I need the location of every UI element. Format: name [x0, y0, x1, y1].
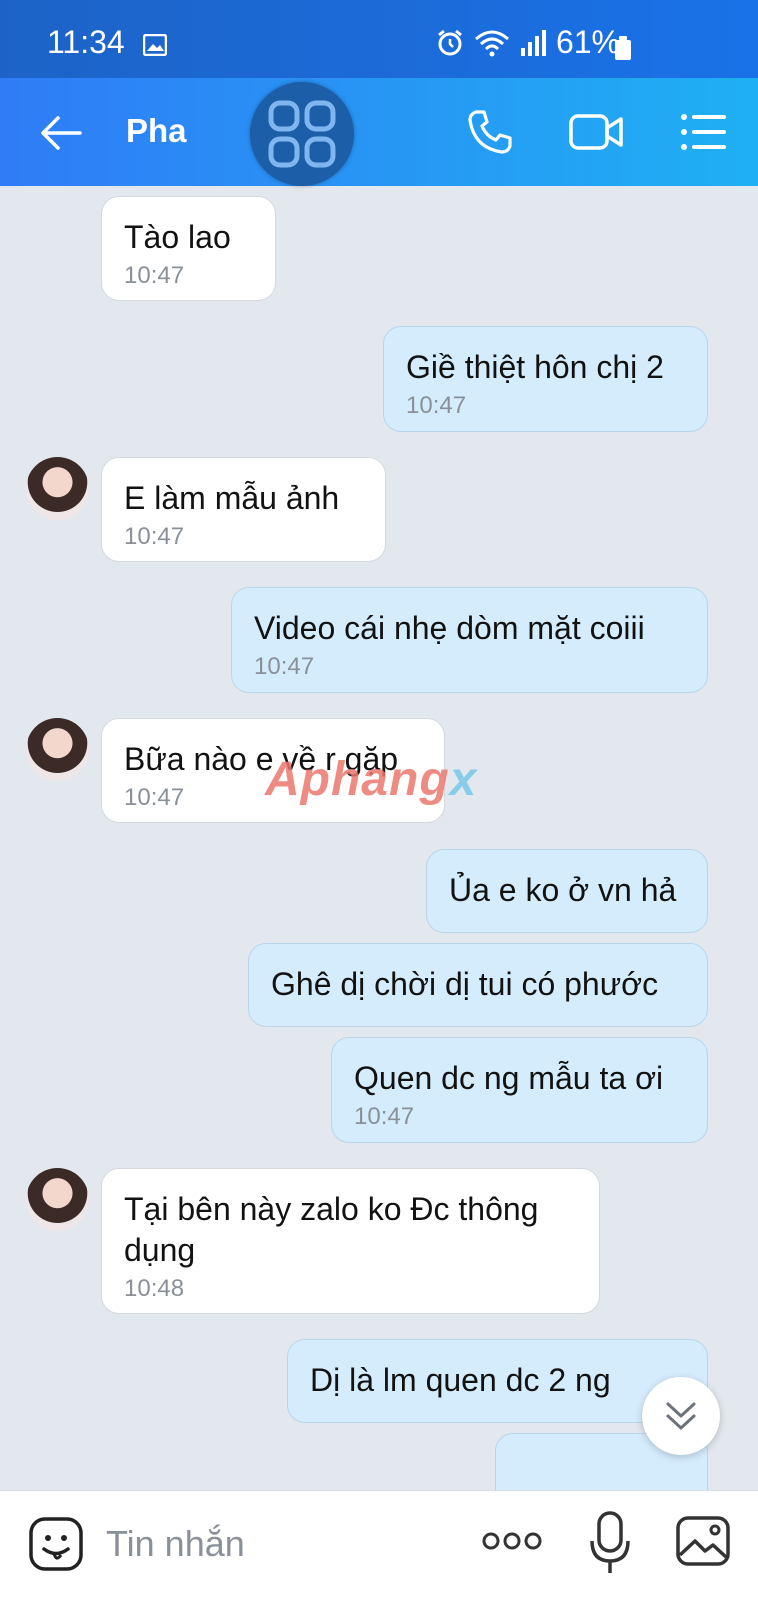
sticker-face-icon[interactable]	[28, 1516, 84, 1572]
phone-icon[interactable]	[466, 108, 514, 156]
list-menu-icon[interactable]	[680, 112, 728, 152]
scroll-to-bottom-button[interactable]	[642, 1377, 720, 1455]
message-time: 10:48	[124, 1275, 185, 1302]
message-list[interactable]: Tào lao 10:47 Giề thiệt hôn chị 2 10:47 …	[0, 186, 758, 1490]
message-bubble[interactable]: Quen dc ng mẫu ta ơi 10:47	[331, 1037, 708, 1143]
battery-percent: 61%	[555, 24, 620, 60]
chat-header: Pha	[0, 78, 758, 186]
message-time: 10:47	[406, 392, 467, 419]
message-time: 10:47	[354, 1103, 415, 1130]
signal-icon	[520, 29, 546, 56]
message-text: Ủa e ko ở vn hả	[449, 872, 677, 908]
microphone-icon[interactable]	[588, 1511, 632, 1577]
message-time: 10:47	[254, 653, 315, 680]
apps-grid-icon	[268, 100, 336, 168]
message-time: 10:47	[124, 262, 185, 289]
message-text: Tại bên này zalo ko Đc thông dụng	[124, 1191, 539, 1268]
message-text: Giề thiệt hôn chị 2	[406, 349, 664, 385]
message-text: Tào lao	[124, 219, 231, 255]
message-input-bar	[0, 1490, 758, 1601]
contact-avatar[interactable]	[26, 457, 89, 520]
message-input[interactable]	[104, 1521, 438, 1567]
message-bubble[interactable]: E làm mẫu ảnh 10:47	[101, 457, 386, 562]
message-time: 10:47	[124, 523, 185, 550]
contact-avatar[interactable]	[26, 1168, 89, 1231]
message-bubble[interactable]: Giề thiệt hôn chị 2 10:47	[383, 326, 708, 432]
alarm-icon	[438, 29, 462, 55]
video-camera-icon[interactable]	[569, 110, 625, 154]
message-text: Ghê dị chời dị tui có phước	[271, 966, 659, 1002]
wifi-icon	[474, 30, 509, 56]
status-bar: 11:34 61%	[0, 0, 758, 78]
status-right: 61%	[436, 24, 620, 61]
message-bubble[interactable]: Bữa nào e về r gặp 10:47	[101, 718, 445, 823]
message-text: Dị là lm quen dc 2 ng	[310, 1362, 611, 1398]
message-bubble[interactable]: Video cái nhẹ dòm mặt coiii 10:47	[231, 587, 708, 693]
message-text: Bữa nào e về r gặp	[124, 741, 399, 777]
message-bubble[interactable]: Ủa e ko ở vn hả	[426, 849, 708, 933]
contact-name[interactable]: Pha	[126, 112, 187, 150]
image-icon[interactable]	[675, 1515, 731, 1567]
message-text: E làm mẫu ảnh	[124, 480, 340, 516]
message-bubble[interactable]: Tại bên này zalo ko Đc thông dụng 10:48	[101, 1168, 600, 1314]
message-bubble[interactable]: Tào lao 10:47	[101, 196, 276, 301]
message-bubble[interactable]: Ghê dị chời dị tui có phước	[248, 943, 708, 1027]
status-time: 11:34	[47, 24, 125, 60]
message-time: 10:47	[124, 784, 185, 811]
arrow-left-icon[interactable]	[38, 110, 84, 156]
chevron-double-down-icon	[666, 1402, 696, 1430]
battery-icon	[615, 36, 631, 60]
apps-grid-button[interactable]	[250, 82, 354, 186]
contact-avatar[interactable]	[26, 718, 89, 781]
message-text: Video cái nhẹ dòm mặt coiii	[254, 610, 645, 646]
gallery-notification-icon	[143, 34, 167, 56]
message-text: Quen dc ng mẫu ta ơi	[354, 1060, 664, 1096]
more-dots-icon[interactable]	[482, 1529, 542, 1553]
